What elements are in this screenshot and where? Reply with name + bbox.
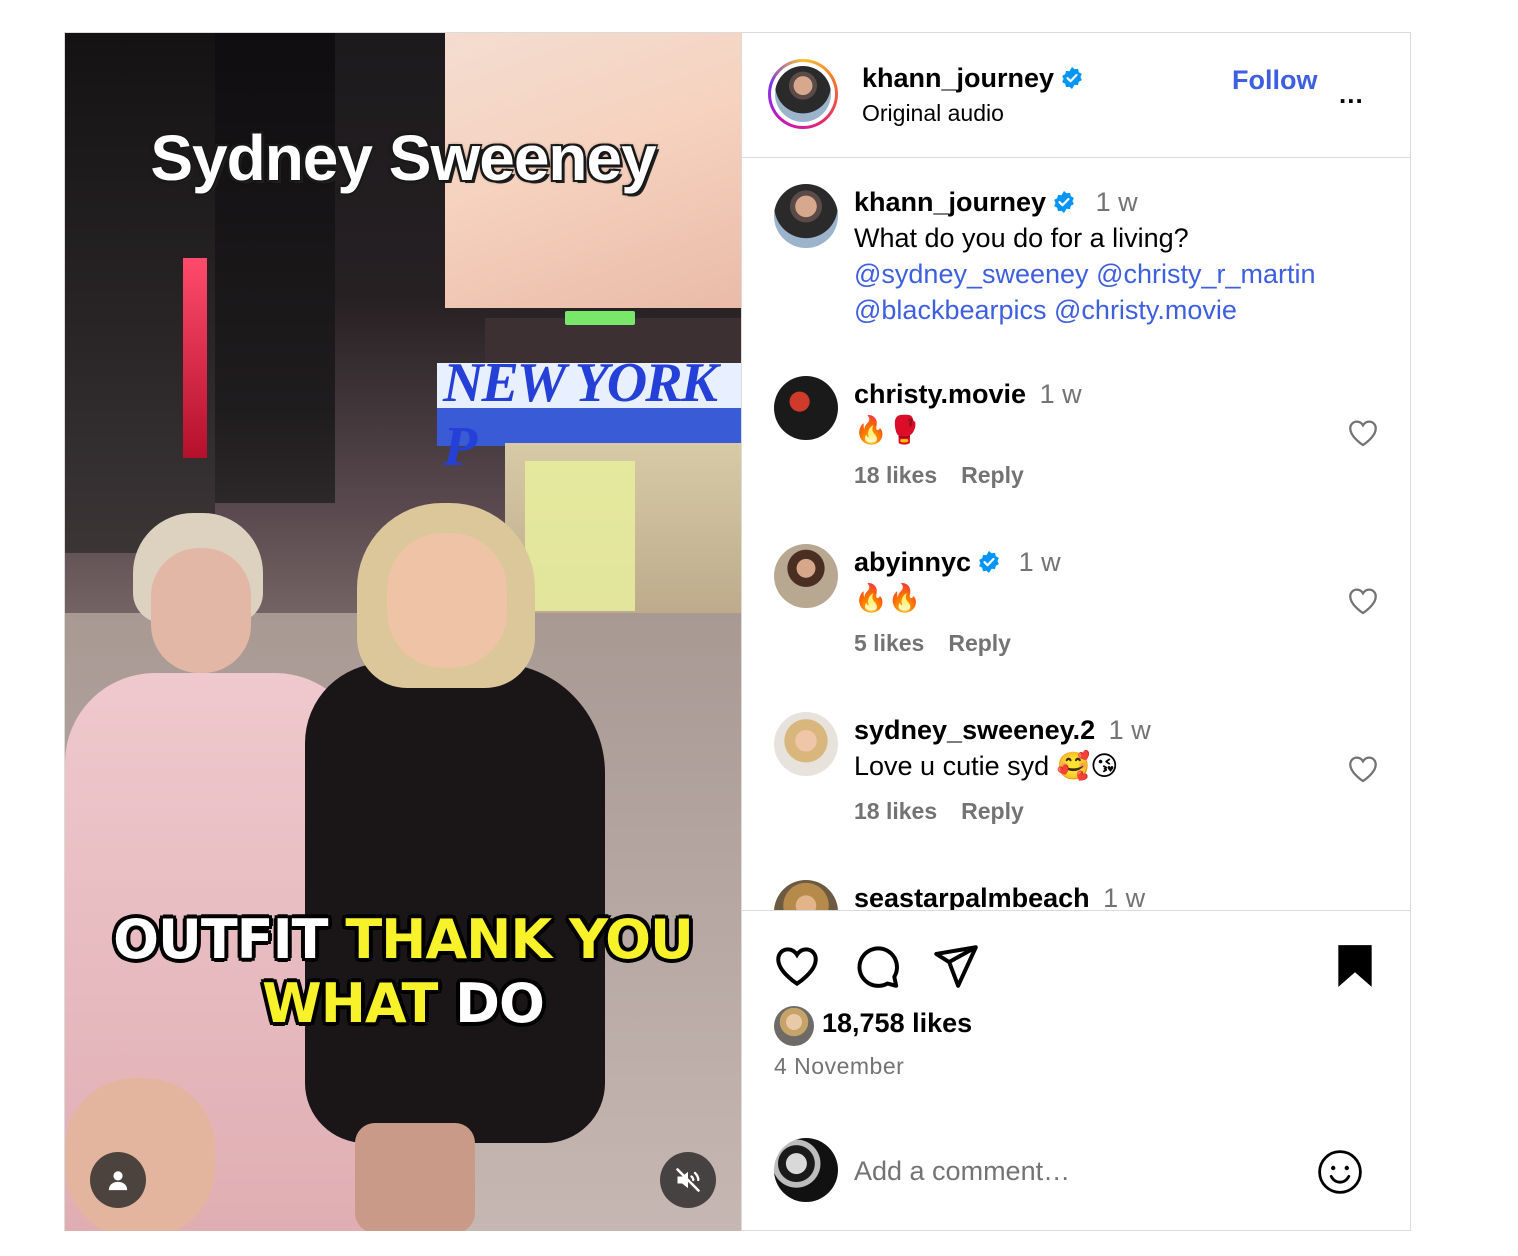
share-icon[interactable] (930, 941, 980, 991)
comment-header: sydney_sweeney.2 1 w (854, 712, 1354, 748)
comment-time: 1 w (1018, 547, 1061, 577)
avatar[interactable] (774, 544, 838, 608)
post-details-panel: khann_journey Original audio Follow ... … (741, 33, 1411, 1231)
comment-body: christy.movie 1 w 🔥🥊 18 likes Reply (854, 376, 1354, 489)
follow-button[interactable]: Follow (1232, 65, 1317, 96)
avatar (774, 1006, 814, 1046)
comment-time: 1 w (1103, 883, 1146, 911)
avatar[interactable] (774, 880, 838, 910)
header-username[interactable]: khann_journey (862, 63, 1084, 94)
comment-header: christy.movie 1 w (854, 376, 1354, 412)
comment-username[interactable]: seastarpalmbeach (854, 883, 1090, 910)
caption-word: DO (455, 972, 545, 1035)
comment-meta: 18 likes Reply (854, 798, 1354, 825)
user-icon (108, 1171, 128, 1191)
video-scene-light (565, 311, 635, 325)
avatar[interactable] (774, 712, 838, 776)
comment-text: Love u cutie syd 🥰😘 (854, 751, 1119, 781)
post-date[interactable]: 4 November (774, 1053, 904, 1080)
mention-link[interactable]: @christy_r_martin (1096, 259, 1315, 289)
video-person (305, 663, 605, 1143)
comment-header: seastarpalmbeach 1 w (854, 880, 1354, 911)
bookmark-icon[interactable] (1330, 941, 1380, 991)
original-audio-link[interactable]: Original audio (862, 100, 1004, 127)
add-comment-input[interactable] (854, 1151, 1284, 1191)
header-username-text: khann_journey (862, 63, 1055, 93)
comment-icon[interactable] (852, 941, 902, 991)
video-caption-overlay: OUTFIT THANK YOU WHAT DO (65, 908, 741, 1036)
tagged-users-button[interactable] (90, 1152, 146, 1208)
caption-username[interactable]: khann_journey (854, 187, 1046, 217)
video-scene-sign (183, 258, 207, 458)
story-ring[interactable] (768, 59, 838, 129)
story-ring-inner (771, 62, 835, 126)
video-person (355, 1123, 475, 1231)
more-options-button[interactable]: ... (1339, 79, 1364, 110)
comment-likes[interactable]: 18 likes (854, 798, 937, 824)
heart-icon[interactable] (1346, 416, 1380, 450)
comment-meta: 5 likes Reply (854, 630, 1354, 657)
comments-list[interactable]: khann_journey 1 w What do you do for a l… (742, 158, 1411, 911)
caption-word: OUTFIT (113, 908, 328, 971)
comment-meta: 18 likes Reply (854, 462, 1354, 489)
reply-button[interactable]: Reply (948, 630, 1011, 656)
comment-header: abyinnyc 1 w (854, 544, 1354, 580)
video-scene-window (525, 461, 635, 611)
caption-word: WHAT (262, 972, 438, 1035)
comment-body: abyinnyc 1 w 🔥🔥 5 likes Reply (854, 544, 1354, 657)
post-header: khann_journey Original audio Follow ... (742, 33, 1411, 158)
reel-video[interactable]: NEW YORK P Sydney Sweeney OUTFIT THANK Y… (65, 33, 741, 1231)
video-person (151, 548, 251, 673)
video-person (387, 533, 507, 668)
caption-time: 1 w (1095, 187, 1138, 217)
comment-username[interactable]: sydney_sweeney.2 (854, 715, 1095, 745)
comment-text: 🔥🔥 (854, 583, 922, 613)
comment-text: 🔥🥊 (854, 415, 922, 445)
reply-button[interactable]: Reply (961, 798, 1024, 824)
comment-time: 1 w (1039, 379, 1082, 409)
avatar[interactable] (774, 376, 838, 440)
video-hand (65, 1078, 215, 1231)
video-scene-building (215, 33, 335, 503)
comment-likes[interactable]: 18 likes (854, 462, 937, 488)
mention-link[interactable]: @sydney_sweeney (854, 259, 1089, 289)
heart-icon[interactable] (772, 941, 822, 991)
avatar (775, 66, 831, 122)
verified-badge-icon (1054, 190, 1074, 213)
verified-badge-icon (1062, 66, 1082, 89)
avatar[interactable] (774, 184, 838, 248)
mention-link[interactable]: @christy.movie (1054, 295, 1237, 325)
comment-time: 1 w (1108, 715, 1151, 745)
post-container: NEW YORK P Sydney Sweeney OUTFIT THANK Y… (64, 32, 1411, 1231)
caption-word: THANK YOU (345, 908, 694, 971)
muted-speaker-icon (676, 1168, 700, 1192)
heart-icon[interactable] (1346, 752, 1380, 786)
reply-button[interactable]: Reply (961, 462, 1024, 488)
comment-username[interactable]: abyinnyc (854, 547, 971, 577)
emoji-icon[interactable] (1316, 1148, 1364, 1196)
caption-mentions: @sydney_sweeney @christy_r_martin @black… (854, 256, 1354, 328)
comment-username[interactable]: christy.movie (854, 379, 1026, 409)
heart-icon[interactable] (1346, 584, 1380, 618)
avatar (774, 1138, 838, 1202)
caption-text: What do you do for a living? (854, 223, 1189, 253)
post-actions: 18,758 likes 4 November (742, 911, 1411, 1231)
caption-header: khann_journey 1 w (854, 184, 1354, 220)
verified-badge-icon (979, 550, 999, 573)
mute-toggle-button[interactable] (660, 1152, 716, 1208)
caption-body: khann_journey 1 w What do you do for a l… (854, 184, 1354, 328)
mention-link[interactable]: @blackbearpics (854, 295, 1047, 325)
video-title-overlay: Sydney Sweeney (150, 122, 656, 194)
comment-body: seastarpalmbeach 1 w (854, 880, 1354, 911)
like-count[interactable]: 18,758 likes (822, 1008, 972, 1039)
comment-body: sydney_sweeney.2 1 w Love u cutie syd 🥰😘… (854, 712, 1354, 825)
comment-likes[interactable]: 5 likes (854, 630, 924, 656)
